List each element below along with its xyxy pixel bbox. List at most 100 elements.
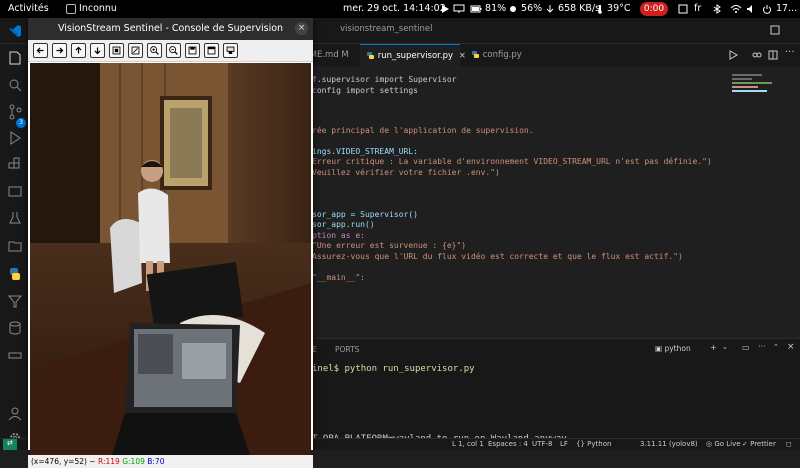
cv-status-bar: (x=476, y=52) ~ R:119 G:109 B:70 (28, 455, 313, 468)
properties-icon[interactable] (204, 43, 219, 58)
source-control-badge: 3 (16, 118, 26, 128)
account-icon[interactable] (7, 406, 23, 422)
terminal-name: python (664, 344, 691, 353)
code-line-10: "Une erreur est survenue : {e}") (312, 241, 467, 250)
battery-percent: 81% (485, 3, 507, 14)
network-speed: 658 KB/s (545, 3, 600, 14)
brightness-percent: 56% (521, 3, 543, 14)
video-frame-image (30, 63, 311, 455)
arrow-up-icon[interactable] (71, 43, 86, 58)
pixel-green: G:109 (122, 457, 145, 466)
code-line-7: sor_app = Supervisor() (312, 210, 418, 219)
power-icon[interactable] (762, 3, 772, 14)
battery-indicator: 81% (470, 3, 506, 14)
thermometer-icon (598, 4, 602, 14)
zoom-original-icon[interactable] (128, 43, 143, 58)
explorer-icon[interactable] (7, 50, 23, 66)
python-file-icon (472, 51, 479, 58)
media-controls[interactable] (440, 3, 465, 14)
terminal-line-1: inel$ python run_supervisor.py (312, 364, 475, 374)
trash-icon[interactable]: ▭ (742, 343, 750, 352)
pixel-blue: B:70 (147, 457, 165, 466)
testing-icon[interactable] (7, 210, 23, 226)
code-line-3: rée principal de l'application de superv… (312, 126, 534, 135)
tab-config[interactable]: config.py (465, 44, 535, 66)
tab-run-supervisor[interactable]: run_supervisor.py × (360, 44, 466, 66)
extensions-icon[interactable] (7, 157, 23, 173)
arrow-down-icon[interactable] (90, 43, 105, 58)
layout-icon[interactable] (770, 25, 780, 35)
remote-explorer-icon[interactable] (7, 184, 23, 200)
temperature-value: 39°C (607, 3, 631, 14)
run-file-icon[interactable] (728, 50, 738, 60)
close-panel-icon[interactable]: × (787, 342, 795, 352)
clock[interactable]: mer. 29 oct. 14:14:02 (343, 3, 446, 14)
activities-button[interactable]: Activités (8, 3, 49, 14)
app-name: Inconnu (79, 3, 117, 14)
app-icon (66, 3, 76, 14)
panel-tab-ports[interactable]: PORTS (335, 345, 359, 354)
arrow-right-icon[interactable] (52, 43, 67, 58)
folder-icon[interactable] (7, 238, 23, 254)
prettier[interactable]: ✓ Prettier (742, 440, 776, 448)
minimap[interactable] (730, 68, 790, 338)
code-line-9: ption as e: (312, 231, 365, 240)
indentation[interactable]: Espaces : 4 (488, 440, 528, 448)
docker-icon[interactable] (7, 346, 23, 362)
notifications-icon[interactable]: ◻ (786, 440, 792, 448)
options-icon[interactable] (223, 43, 238, 58)
python-icon[interactable] (7, 266, 23, 282)
vscode-logo-icon (9, 25, 21, 37)
bluetooth-icon[interactable] (712, 3, 722, 14)
zoom-in-icon[interactable] (147, 43, 162, 58)
screen-recording-indicator[interactable]: 0:00 (640, 2, 668, 16)
braces-icon: {} (576, 440, 585, 448)
check-double-icon: ✓ (742, 440, 748, 448)
command-center-search[interactable]: visionstream_sentinel (340, 24, 433, 34)
remote-indicator-icon[interactable]: ⇄ (3, 439, 17, 450)
volume-icon[interactable] (746, 3, 756, 14)
opencv-window: VisionStream Sentinel - Console de Super… (28, 18, 313, 468)
zoom-fit-icon[interactable] (109, 43, 124, 58)
go-live[interactable]: ◎ Go Live (706, 440, 741, 448)
search-icon[interactable] (7, 77, 23, 93)
eol[interactable]: LF (560, 440, 568, 448)
cursor-position[interactable]: L 1, col 1 (452, 440, 484, 448)
wifi-icon[interactable] (730, 3, 742, 14)
chevron-down-icon[interactable]: ⌄ (722, 343, 728, 351)
network-speed-value: 658 KB/s (558, 3, 601, 14)
save-icon[interactable] (185, 43, 200, 58)
play-icon (442, 4, 449, 13)
input-language[interactable]: fr (694, 3, 701, 14)
cv-window-titlebar[interactable]: VisionStream Sentinel - Console de Super… (28, 18, 313, 40)
app-menu[interactable]: Inconnu (66, 3, 117, 14)
code-line-4: ings.VIDEO_STREAM_URL: (312, 147, 418, 156)
new-terminal-icon[interactable]: + (710, 343, 717, 352)
database-icon[interactable] (7, 320, 23, 336)
stop-recording-icon[interactable] (678, 3, 688, 14)
encoding[interactable]: UTF-8 (532, 440, 552, 448)
maximize-panel-icon[interactable]: ⌃ (773, 343, 779, 351)
split-editor-icon[interactable] (768, 50, 778, 60)
terminal-icon: ▣ (655, 344, 663, 353)
activity-bar: 3 (0, 44, 30, 450)
more-actions-icon[interactable]: ··· (785, 47, 795, 58)
zoom-out-icon[interactable] (166, 43, 181, 58)
code-line-8: sor_app.run() (312, 220, 375, 229)
compare-icon[interactable] (752, 50, 762, 60)
broadcast-icon: ◎ (706, 440, 713, 448)
filter-icon[interactable] (7, 293, 23, 309)
close-icon[interactable]: × (295, 22, 308, 35)
cv-toolbar (28, 40, 313, 62)
arrow-left-icon[interactable] (33, 43, 48, 58)
language-mode[interactable]: {} Python (576, 440, 611, 448)
brightness-indicator: 56% (508, 3, 542, 14)
system-top-bar: Activités Inconnu mer. 29 oct. 14:14:02 … (0, 0, 800, 18)
download-icon (546, 4, 554, 13)
tab-label: run_supervisor.py (377, 51, 454, 61)
video-stream-frame[interactable] (30, 63, 311, 455)
python-interpreter[interactable]: 3.11.11 (yolov8) (640, 440, 698, 448)
run-debug-icon[interactable] (7, 130, 23, 146)
terminal-selector[interactable]: ▣ python (655, 344, 691, 353)
more-actions-icon[interactable]: ··· (758, 342, 766, 351)
